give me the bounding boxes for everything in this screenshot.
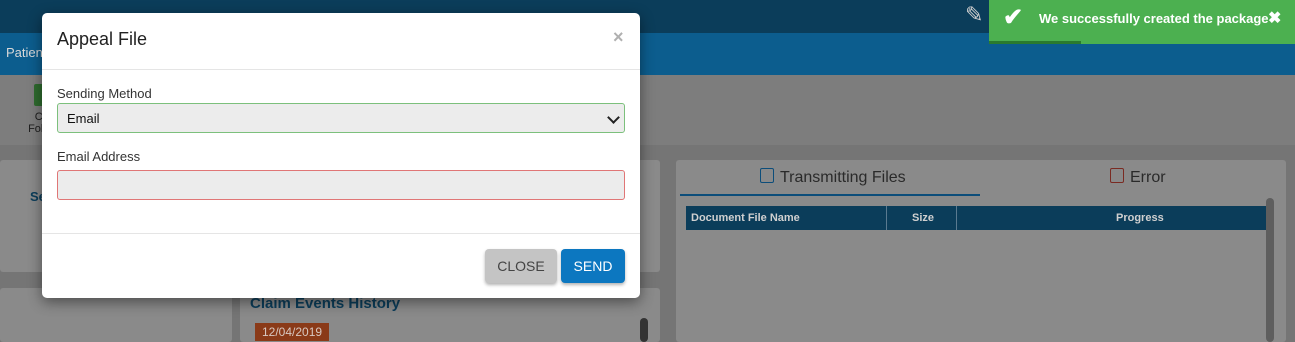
toast-message: We successfully created the package <box>1039 11 1269 26</box>
sending-method-label: Sending Method <box>57 86 152 101</box>
tab-label: Transmitting Files <box>780 169 906 186</box>
column-divider <box>956 206 957 230</box>
files-grid-header: Document File Name Size Progress <box>686 206 1266 230</box>
file-copy-icon <box>760 168 774 183</box>
dialog-footer: CLOSE SEND <box>42 233 640 299</box>
toast-progress-bar <box>989 41 1081 44</box>
files-tabs: Transmitting Files Error <box>680 160 1282 196</box>
column-header-file-name[interactable]: Document File Name <box>691 212 800 224</box>
sending-method-value: Email <box>67 111 100 126</box>
tab-error[interactable]: Error <box>1110 168 1166 187</box>
column-header-size[interactable]: Size <box>912 212 934 224</box>
email-address-label: Email Address <box>57 149 141 164</box>
tab-transmitting-files[interactable]: Transmitting Files <box>760 168 906 187</box>
dialog-header: Appeal File × <box>42 13 640 70</box>
nav-item-patient[interactable]: Patien <box>6 45 43 60</box>
send-button[interactable]: SEND <box>561 249 625 283</box>
close-button[interactable]: CLOSE <box>485 249 557 283</box>
scrollbar[interactable] <box>640 318 648 342</box>
chevron-down-icon <box>607 111 620 124</box>
edit-icon[interactable]: ✎ <box>965 2 991 28</box>
dialog-title: Appeal File <box>57 29 148 49</box>
appeal-file-dialog: Appeal File × Sending Method Email Email… <box>42 13 640 298</box>
check-icon: ✔ <box>1003 4 1024 31</box>
active-tab-indicator <box>680 194 980 196</box>
column-divider <box>886 206 887 230</box>
close-icon[interactable]: × <box>613 27 624 48</box>
success-toast: ✔ We successfully created the package ✖ <box>989 0 1295 44</box>
tab-label: Error <box>1130 169 1166 186</box>
files-panel: Transmitting Files Error Document File N… <box>676 160 1286 342</box>
sending-method-select[interactable]: Email <box>57 103 625 133</box>
file-error-icon <box>1110 168 1124 183</box>
close-icon[interactable]: ✖ <box>1268 8 1281 28</box>
email-address-field[interactable] <box>57 170 625 200</box>
column-header-progress[interactable]: Progress <box>1116 212 1164 224</box>
event-date-badge: 12/04/2019 <box>255 323 330 341</box>
scrollbar[interactable] <box>1266 198 1274 342</box>
